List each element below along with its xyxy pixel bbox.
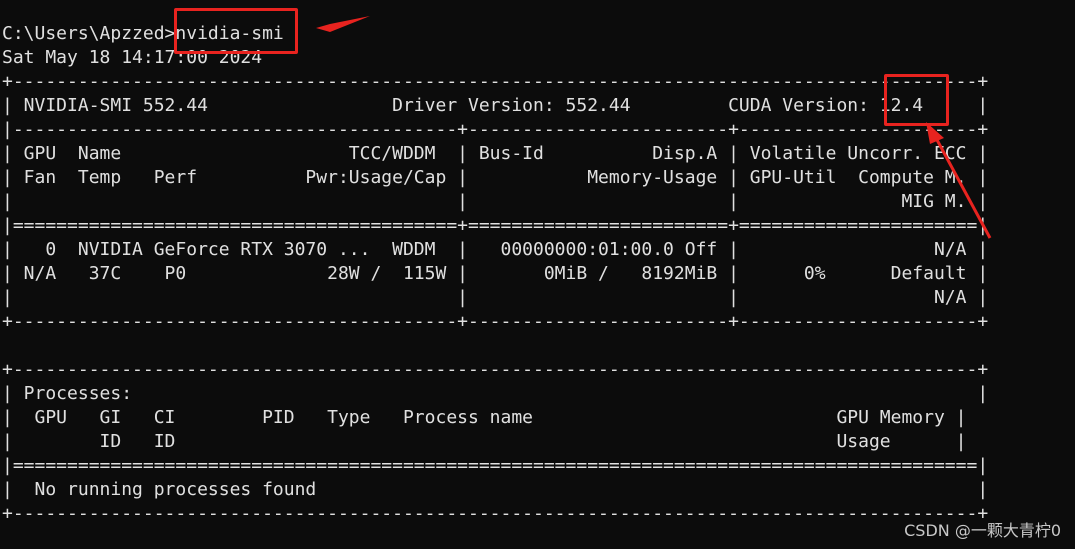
watermark: CSDN @一颗大青柠0	[904, 521, 1061, 540]
annotation-arrows	[316, 16, 992, 239]
arrow-to-cuda-version	[926, 122, 992, 239]
arrow-to-command	[316, 16, 370, 32]
